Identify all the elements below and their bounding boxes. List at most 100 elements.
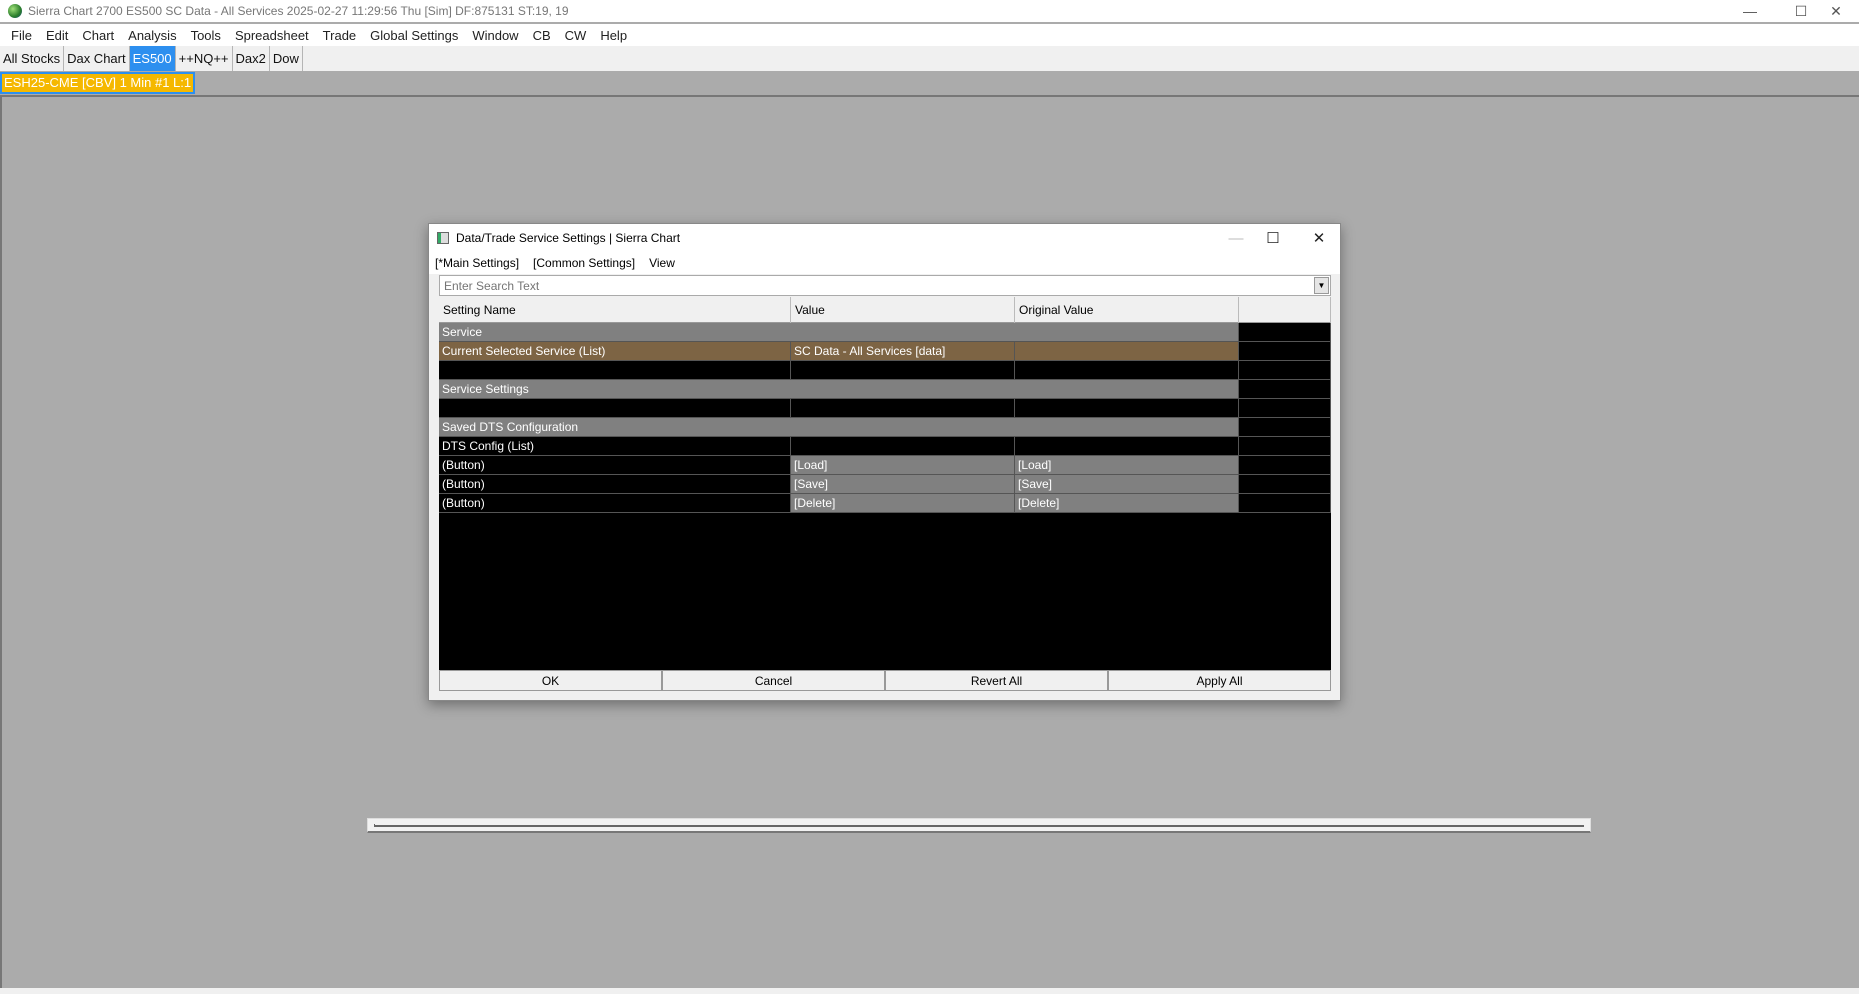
table-row[interactable]: DTS Config (List) <box>439 437 1331 456</box>
tab-all-stocks[interactable]: All Stocks <box>0 46 65 71</box>
original-value-cell[interactable]: [Load] <box>1015 456 1239 474</box>
menu-analysis[interactable]: Analysis <box>121 28 183 43</box>
table-row[interactable]: Saved DTS Configuration <box>439 418 1331 437</box>
mdi-divider <box>0 95 1859 97</box>
tab-es500[interactable]: ES500 <box>129 46 176 71</box>
extra-cell <box>1239 323 1331 341</box>
menu-trade[interactable]: Trade <box>316 28 363 43</box>
chart-window-tab[interactable]: ESH25-CME [CBV] 1 Min #1 L:1 <box>0 72 196 94</box>
menu-window[interactable]: Window <box>465 28 525 43</box>
cancel-button[interactable]: Cancel <box>662 670 885 691</box>
status-bar <box>0 988 1859 994</box>
value-cell[interactable] <box>791 380 1015 398</box>
value-cell[interactable]: [Save] <box>791 475 1015 493</box>
setting-name-cell[interactable]: DTS Config (List) <box>439 437 791 455</box>
mdi-border <box>0 95 2 990</box>
value-cell[interactable]: SC Data - All Services [data] <box>791 342 1015 360</box>
search-box[interactable]: ▼ <box>439 275 1331 296</box>
dialog-buttons: OK Cancel Revert All Apply All <box>439 670 1331 691</box>
ok-button[interactable]: OK <box>439 670 662 691</box>
value-cell[interactable] <box>791 437 1015 455</box>
extra-cell <box>1239 399 1331 417</box>
table-row[interactable]: (Button) [Load] [Load] <box>439 456 1331 475</box>
setting-name-cell[interactable] <box>439 361 791 379</box>
menu-edit[interactable]: Edit <box>39 28 75 43</box>
dialog-app-icon <box>437 232 449 244</box>
app-title-bar: Sierra Chart 2700 ES500 SC Data - All Se… <box>0 0 1859 22</box>
chartbook-tabs: All Stocks Dax Chart ES500 ++NQ++ Dax2 D… <box>0 46 1859 71</box>
menu-file[interactable]: File <box>4 28 39 43</box>
value-cell[interactable]: [Delete] <box>791 494 1015 512</box>
grid-header: Setting Name Value Original Value <box>439 297 1331 323</box>
tab-dow[interactable]: Dow <box>270 46 303 71</box>
value-cell[interactable] <box>791 361 1015 379</box>
table-row[interactable]: Current Selected Service (List) SC Data -… <box>439 342 1331 361</box>
column-setting-name[interactable]: Setting Name <box>439 297 791 323</box>
extra-cell <box>1239 361 1331 379</box>
setting-name-cell[interactable]: Saved DTS Configuration <box>439 418 791 436</box>
original-value-cell[interactable] <box>1015 342 1239 360</box>
original-value-cell[interactable] <box>1015 418 1239 436</box>
menu-cw[interactable]: CW <box>558 28 594 43</box>
setting-name-cell[interactable]: (Button) <box>439 475 791 493</box>
table-row[interactable]: Service <box>439 323 1331 342</box>
column-value[interactable]: Value <box>791 297 1015 323</box>
value-cell[interactable]: [Load] <box>791 456 1015 474</box>
revert-all-button[interactable]: Revert All <box>885 670 1108 691</box>
setting-name-cell[interactable]: Service <box>439 323 791 341</box>
original-value-cell[interactable]: [Save] <box>1015 475 1239 493</box>
close-button[interactable]: ✕ <box>1813 0 1859 22</box>
dialog-minimize-button[interactable]: — <box>1216 224 1256 252</box>
value-cell[interactable] <box>791 323 1015 341</box>
tab-dax-chart[interactable]: Dax Chart <box>64 46 130 71</box>
menu-chart[interactable]: Chart <box>75 28 121 43</box>
value-cell[interactable] <box>791 399 1015 417</box>
dialog-close-button[interactable]: ✕ <box>1299 224 1339 252</box>
menu-spreadsheet[interactable]: Spreadsheet <box>228 28 316 43</box>
search-input[interactable] <box>444 278 1304 293</box>
setting-name-cell[interactable]: (Button) <box>439 456 791 474</box>
setting-name-cell[interactable]: Current Selected Service (List) <box>439 342 791 360</box>
menu-common-settings[interactable]: [Common Settings] <box>533 256 635 270</box>
dialog-maximize-button[interactable]: ☐ <box>1253 224 1293 252</box>
minimize-button[interactable]: — <box>1727 0 1773 22</box>
menu-bar: File Edit Chart Analysis Tools Spreadshe… <box>0 24 1859 46</box>
original-value-cell[interactable] <box>1015 323 1239 341</box>
tab-nq[interactable]: ++NQ++ <box>176 46 233 71</box>
table-row[interactable]: (Button) [Save] [Save] <box>439 475 1331 494</box>
table-row[interactable]: (Button) [Delete] [Delete] <box>439 494 1331 513</box>
original-value-cell[interactable] <box>1015 380 1239 398</box>
horizontal-scrollbar[interactable] <box>367 818 1591 833</box>
column-extra <box>1239 297 1331 323</box>
data-trade-service-settings-dialog: Data/Trade Service Settings | Sierra Cha… <box>428 223 1341 701</box>
dialog-title-bar[interactable]: Data/Trade Service Settings | Sierra Cha… <box>429 224 1340 252</box>
column-original-value[interactable]: Original Value <box>1015 297 1239 323</box>
menu-view[interactable]: View <box>649 256 675 270</box>
original-value-cell[interactable] <box>1015 399 1239 417</box>
table-row[interactable] <box>439 399 1331 418</box>
chevron-down-icon[interactable]: ▼ <box>1314 277 1329 294</box>
table-row[interactable]: Service Settings <box>439 380 1331 399</box>
setting-name-cell[interactable]: (Button) <box>439 494 791 512</box>
menu-cb[interactable]: CB <box>526 28 558 43</box>
menu-main-settings[interactable]: [*Main Settings] <box>435 256 519 270</box>
extra-cell <box>1239 475 1331 493</box>
extra-cell <box>1239 437 1331 455</box>
apply-all-button[interactable]: Apply All <box>1108 670 1331 691</box>
extra-cell <box>1239 380 1331 398</box>
menu-global-settings[interactable]: Global Settings <box>363 28 465 43</box>
dialog-menu: [*Main Settings] [Common Settings] View <box>429 252 1340 274</box>
original-value-cell[interactable]: [Delete] <box>1015 494 1239 512</box>
value-cell[interactable] <box>791 418 1015 436</box>
setting-name-cell[interactable]: Service Settings <box>439 380 791 398</box>
menu-help[interactable]: Help <box>593 28 634 43</box>
extra-cell <box>1239 418 1331 436</box>
chart-tab-label: ESH25-CME [CBV] 1 Min #1 L:1 <box>2 74 194 92</box>
tab-dax2[interactable]: Dax2 <box>233 46 270 71</box>
table-row[interactable] <box>439 361 1331 380</box>
original-value-cell[interactable] <box>1015 437 1239 455</box>
setting-name-cell[interactable] <box>439 399 791 417</box>
menu-tools[interactable]: Tools <box>184 28 228 43</box>
original-value-cell[interactable] <box>1015 361 1239 379</box>
app-title: Sierra Chart 2700 ES500 SC Data - All Se… <box>28 4 569 18</box>
